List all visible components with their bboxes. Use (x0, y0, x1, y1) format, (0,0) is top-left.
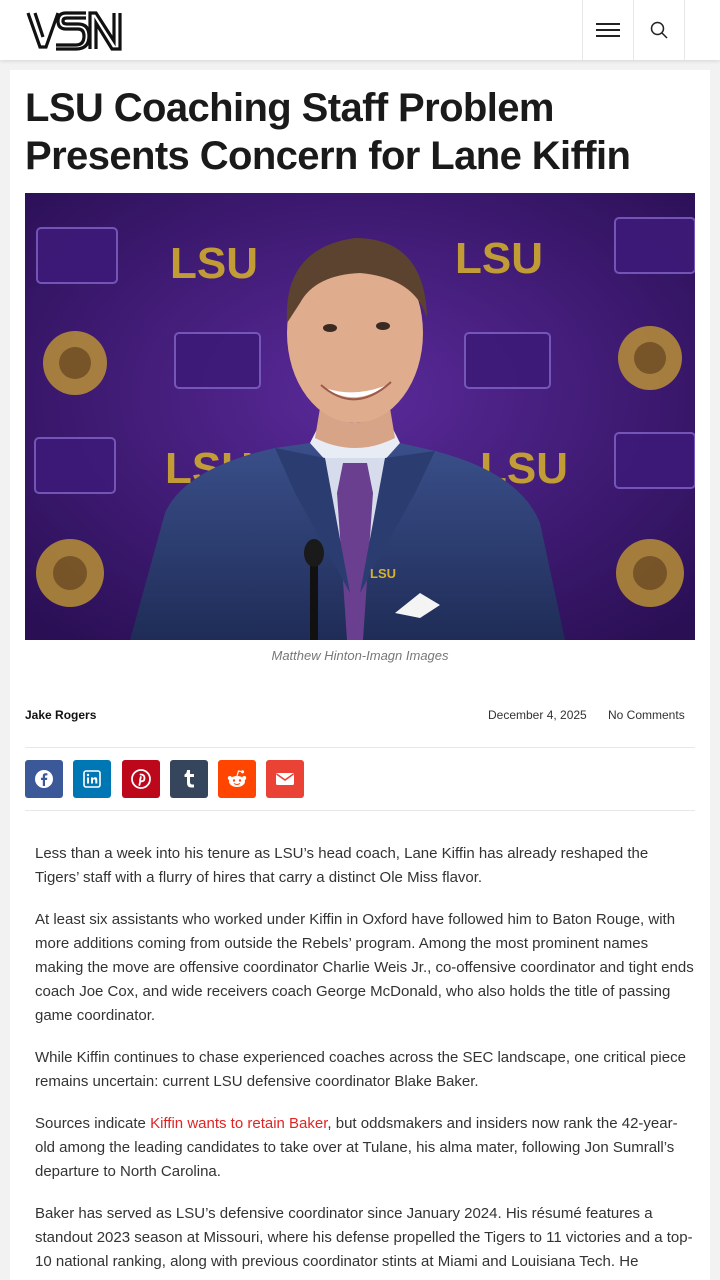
author-name[interactable]: Jake Rogers (25, 708, 96, 722)
tumblr-icon (184, 770, 194, 788)
divider (25, 810, 695, 811)
article-paragraph: Baker has served as LSU’s defensive coor… (35, 1205, 693, 1270)
menu-button[interactable] (584, 0, 632, 60)
share-facebook-button[interactable] (25, 760, 63, 798)
paragraph-text: Sources indicate (35, 1115, 151, 1132)
article-paragraph: Less than a week into his tenure as LSU’… (35, 845, 649, 886)
retain-baker-link[interactable]: Kiffin wants to retain Baker (150, 1115, 327, 1132)
search-button[interactable] (634, 0, 684, 60)
pinterest-icon (131, 769, 151, 789)
post-date: December 4, 2025 (488, 708, 587, 722)
search-icon (650, 21, 668, 39)
article-paragraph: Sources indicate Kiffin wants to retain … (35, 1112, 695, 1184)
email-icon (276, 773, 294, 785)
linkedin-icon (83, 770, 101, 788)
reddit-icon (227, 770, 247, 787)
share-pinterest-button[interactable] (122, 760, 160, 798)
article-title: LSU Coaching Staff Problem Presents Conc… (25, 86, 631, 178)
vsn-logo-icon (26, 11, 122, 51)
image-caption: Matthew Hinton-Imagn Images (271, 648, 449, 663)
share-reddit-button[interactable] (218, 760, 256, 798)
header-divider (684, 0, 685, 60)
site-header (0, 0, 720, 60)
lapel-pin-text: LSU (370, 566, 396, 581)
share-tumblr-button[interactable] (170, 760, 208, 798)
share-email-button[interactable] (266, 760, 304, 798)
article-paragraph: At least six assistants who worked under… (35, 911, 694, 1024)
article-paragraph: While Kiffin continues to chase experien… (35, 1049, 686, 1090)
backdrop-lsu-text: LSU (455, 234, 543, 283)
share-linkedin-button[interactable] (73, 760, 111, 798)
divider (25, 747, 695, 748)
article-body: Less than a week into his tenure as LSU’… (35, 842, 695, 1280)
site-logo[interactable] (26, 9, 122, 53)
article-card: LSU Coaching Staff Problem Presents Conc… (10, 70, 710, 1280)
hamburger-menu-icon (596, 23, 620, 37)
article-hero-image: LSU LSU LSU LSU LSU (25, 193, 695, 640)
backdrop-lsu-text: LSU (170, 239, 258, 288)
comments-link[interactable]: No Comments (608, 708, 685, 722)
facebook-icon (35, 770, 53, 788)
header-divider (582, 0, 583, 60)
